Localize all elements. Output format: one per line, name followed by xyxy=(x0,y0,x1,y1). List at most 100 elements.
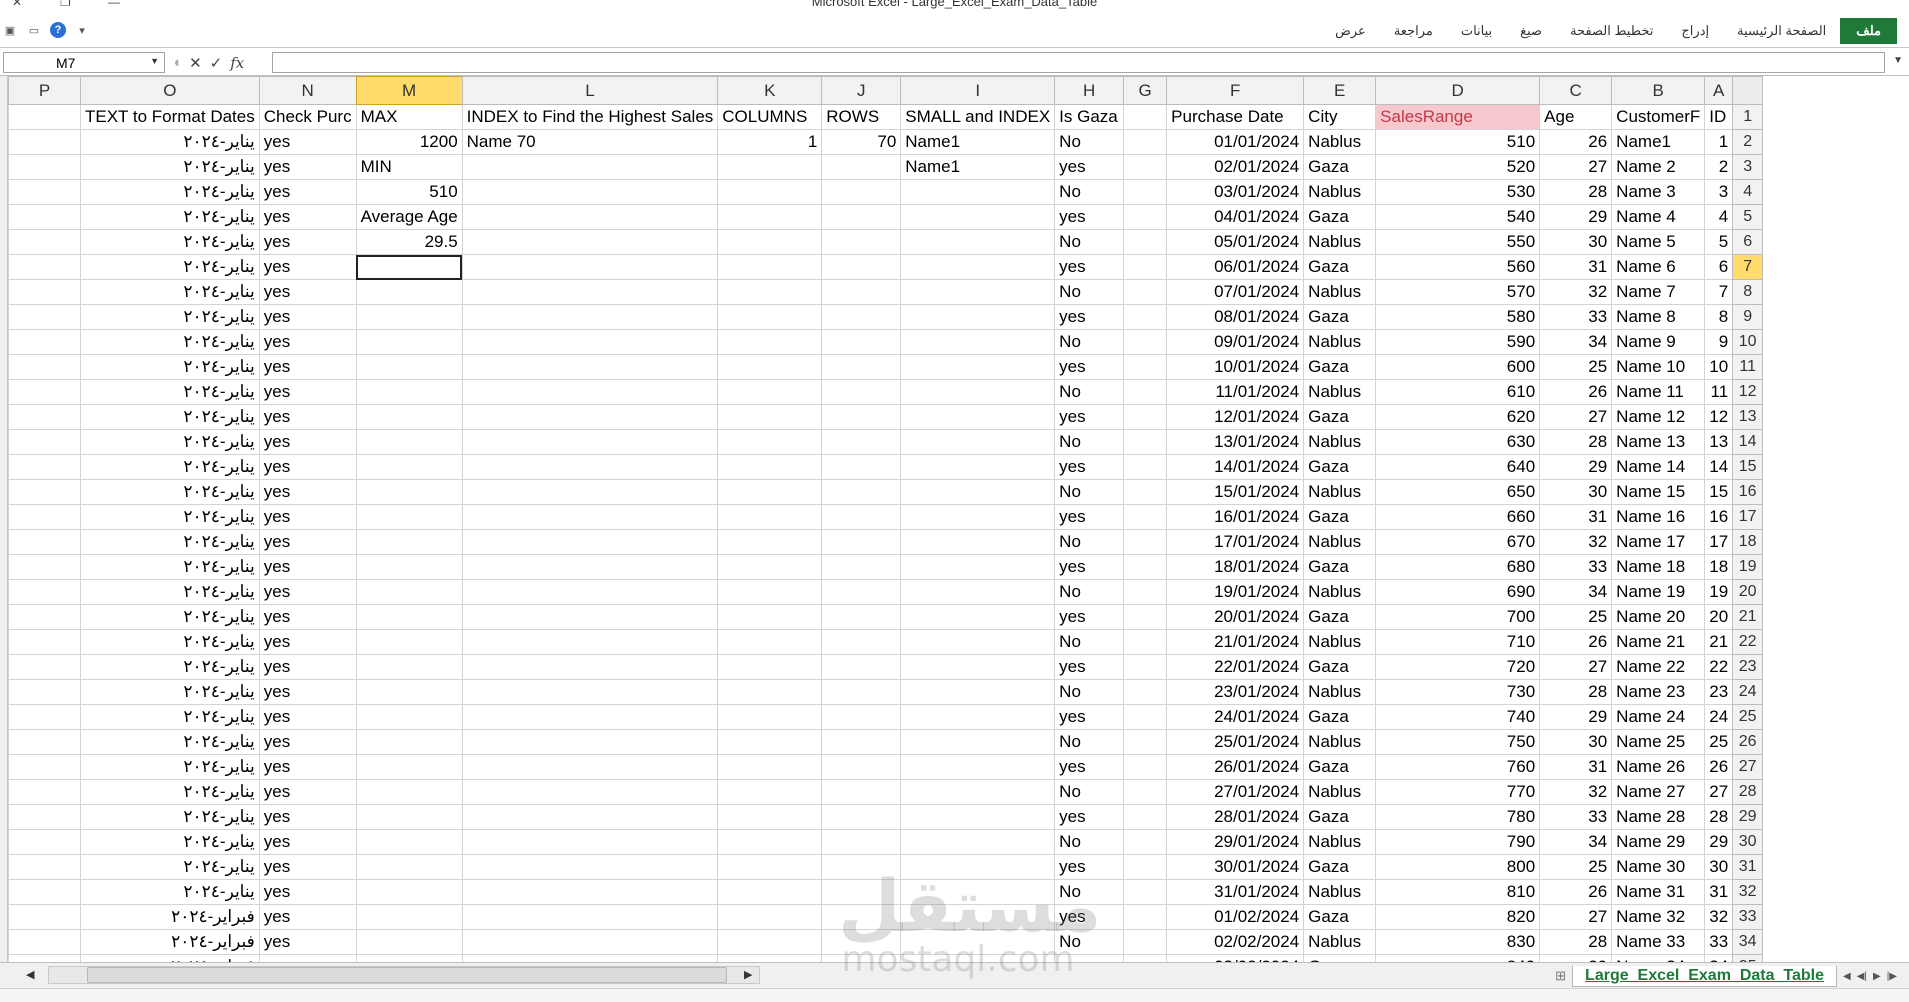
row-header[interactable]: 30 xyxy=(1732,829,1764,855)
cell-f30[interactable]: 29/01/2024 xyxy=(1166,829,1305,855)
row-header[interactable]: 32 xyxy=(1732,879,1764,905)
cell-m27[interactable] xyxy=(355,754,463,780)
cell-p9[interactable] xyxy=(8,304,81,330)
cell-m8[interactable] xyxy=(355,279,463,305)
cell-m13[interactable] xyxy=(355,404,463,430)
cell-i2[interactable]: Name1 xyxy=(900,129,1056,155)
cell-j12[interactable] xyxy=(821,379,902,405)
cell-d18[interactable]: 670 xyxy=(1375,529,1541,555)
cell-g9[interactable] xyxy=(1123,304,1168,330)
cell-k12[interactable] xyxy=(717,379,823,405)
row-header[interactable]: 28 xyxy=(1732,779,1764,805)
cell-a16[interactable]: 15 xyxy=(1704,479,1734,505)
cell-l12[interactable] xyxy=(461,379,719,405)
cell-l30[interactable] xyxy=(461,829,719,855)
cell-p12[interactable] xyxy=(8,379,81,405)
cell-i12[interactable] xyxy=(900,379,1056,405)
cell-p21[interactable] xyxy=(8,604,81,630)
column-header-o[interactable]: O xyxy=(80,76,260,105)
cell-c11[interactable]: 25 xyxy=(1539,354,1613,380)
cell-e9[interactable]: Gaza xyxy=(1303,304,1377,330)
cell-h29[interactable]: yes xyxy=(1054,804,1125,830)
cell-d23[interactable]: 720 xyxy=(1375,654,1541,680)
cell-n24[interactable]: yes xyxy=(258,679,357,705)
cell-m19[interactable] xyxy=(355,554,463,580)
row-header[interactable]: 1 xyxy=(1732,104,1764,130)
cell-d26[interactable]: 750 xyxy=(1375,729,1541,755)
cell-h34[interactable]: No xyxy=(1054,929,1125,955)
cell-g5[interactable] xyxy=(1123,204,1168,230)
cell-a22[interactable]: 21 xyxy=(1704,629,1734,655)
cell-l32[interactable] xyxy=(461,879,719,905)
cell-g12[interactable] xyxy=(1123,379,1168,405)
cell-n23[interactable]: yes xyxy=(258,654,357,680)
cell-f27[interactable]: 26/01/2024 xyxy=(1166,754,1305,780)
cell-e20[interactable]: Nablus xyxy=(1303,579,1377,605)
tab-home[interactable]: الصفحة الرئيسية xyxy=(1723,19,1840,43)
cell-o19[interactable]: يناير-٢٠٢٤ xyxy=(80,554,260,580)
sheet-prev-icon[interactable]: ▶ xyxy=(1873,971,1881,982)
insert-sheet-icon[interactable]: ⊞ xyxy=(1555,968,1566,984)
cell-i33[interactable] xyxy=(900,904,1056,930)
cell-g18[interactable] xyxy=(1123,529,1168,555)
name-box[interactable]: M7 ▼ xyxy=(3,52,165,73)
cell-g10[interactable] xyxy=(1123,329,1168,355)
cell-f25[interactable]: 24/01/2024 xyxy=(1166,704,1305,730)
cell-n8[interactable]: yes xyxy=(258,279,357,305)
cell-f3[interactable]: 02/01/2024 xyxy=(1166,154,1305,180)
cell-f5[interactable]: 04/01/2024 xyxy=(1166,204,1305,230)
cell-e12[interactable]: Nablus xyxy=(1303,379,1377,405)
cell-k16[interactable] xyxy=(717,479,823,505)
cell-c6[interactable]: 30 xyxy=(1539,229,1613,255)
cell-l21[interactable] xyxy=(461,604,719,630)
cell-c5[interactable]: 29 xyxy=(1539,204,1613,230)
cell-p32[interactable] xyxy=(8,879,81,905)
cell-e21[interactable]: Gaza xyxy=(1303,604,1377,630)
cell-b15[interactable]: Name 14 xyxy=(1611,454,1706,480)
cell-e13[interactable]: Gaza xyxy=(1303,404,1377,430)
cell-n15[interactable]: yes xyxy=(258,454,357,480)
cell-i19[interactable] xyxy=(900,554,1056,580)
cell-n10[interactable]: yes xyxy=(258,329,357,355)
cell-o17[interactable]: يناير-٢٠٢٤ xyxy=(80,504,260,530)
cell-c3[interactable]: 27 xyxy=(1539,154,1613,180)
cell-a6[interactable]: 5 xyxy=(1704,229,1734,255)
tab-review[interactable]: مراجعة xyxy=(1380,19,1447,43)
cell-a13[interactable]: 12 xyxy=(1704,404,1734,430)
row-header[interactable]: 8 xyxy=(1732,279,1764,305)
cell-h28[interactable]: No xyxy=(1054,779,1125,805)
cell-o29[interactable]: يناير-٢٠٢٤ xyxy=(80,804,260,830)
cell-a5[interactable]: 4 xyxy=(1704,204,1734,230)
cell-a25[interactable]: 24 xyxy=(1704,704,1734,730)
cell-g25[interactable] xyxy=(1123,704,1168,730)
sheet-first-icon[interactable]: |▶ xyxy=(1887,971,1897,982)
cell-j25[interactable] xyxy=(821,704,902,730)
cell-j34[interactable] xyxy=(821,929,902,955)
cell-c8[interactable]: 32 xyxy=(1539,279,1613,305)
cell-e2[interactable]: Nablus xyxy=(1303,129,1377,155)
cell-l11[interactable] xyxy=(461,354,719,380)
cell-h19[interactable]: yes xyxy=(1054,554,1125,580)
cell-f14[interactable]: 13/01/2024 xyxy=(1166,429,1305,455)
cell-l9[interactable] xyxy=(461,304,719,330)
cell-h15[interactable]: yes xyxy=(1054,454,1125,480)
cell-a27[interactable]: 26 xyxy=(1704,754,1734,780)
cell-o16[interactable]: يناير-٢٠٢٤ xyxy=(80,479,260,505)
cell-e16[interactable]: Nablus xyxy=(1303,479,1377,505)
cell-l6[interactable] xyxy=(461,229,719,255)
cell-m15[interactable] xyxy=(355,454,463,480)
cell-j6[interactable] xyxy=(821,229,902,255)
cell-b17[interactable]: Name 16 xyxy=(1611,504,1706,530)
cell-h11[interactable]: yes xyxy=(1054,354,1125,380)
cell-c13[interactable]: 27 xyxy=(1539,404,1613,430)
cell-m26[interactable] xyxy=(355,729,463,755)
cell-h2[interactable]: No xyxy=(1054,129,1125,155)
cell-h26[interactable]: No xyxy=(1054,729,1125,755)
cell-j13[interactable] xyxy=(821,404,902,430)
cell-g13[interactable] xyxy=(1123,404,1168,430)
cell-h9[interactable]: yes xyxy=(1054,304,1125,330)
cell-m25[interactable] xyxy=(355,704,463,730)
cell-o15[interactable]: يناير-٢٠٢٤ xyxy=(80,454,260,480)
cell-g16[interactable] xyxy=(1123,479,1168,505)
cell-i21[interactable] xyxy=(900,604,1056,630)
